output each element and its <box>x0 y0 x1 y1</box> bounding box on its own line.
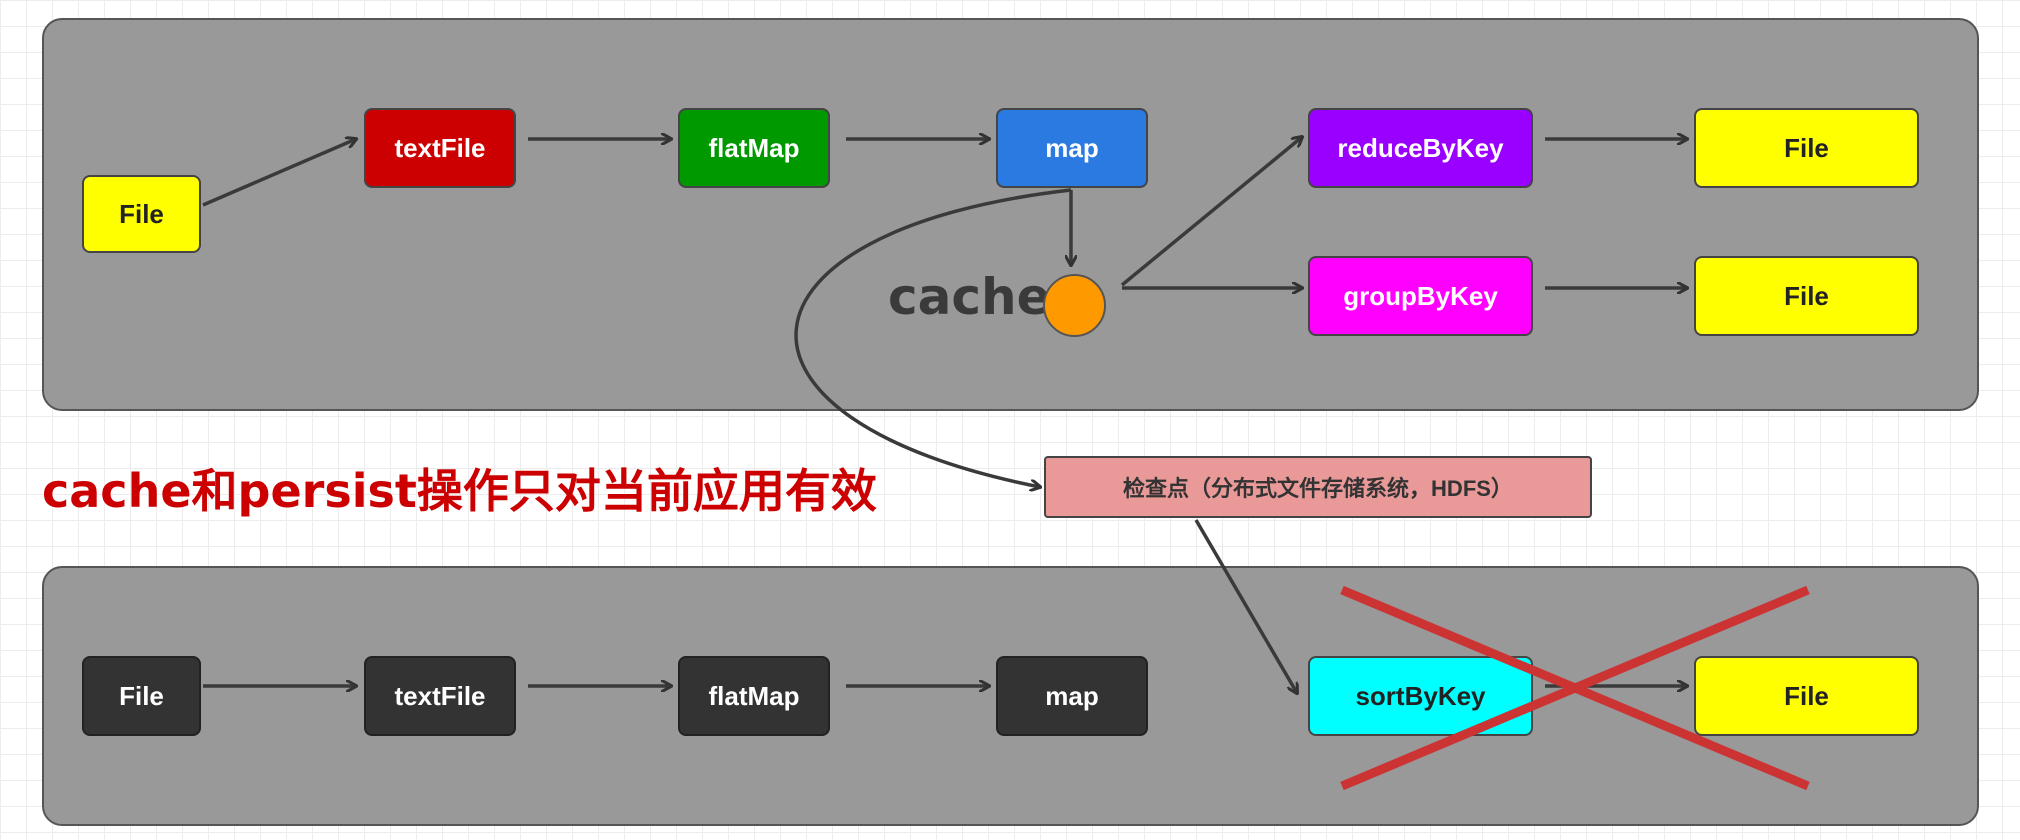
arrow-top-file-to-textfile <box>202 139 356 207</box>
arrow-cache-to-reducebykey <box>1120 137 1302 287</box>
arrow-map-to-checkpoint <box>794 188 1072 487</box>
cross-out-mark <box>1340 585 1810 791</box>
connector-layer <box>202 0 1810 791</box>
arrow-checkpoint-to-sortbykey <box>1194 519 1297 693</box>
